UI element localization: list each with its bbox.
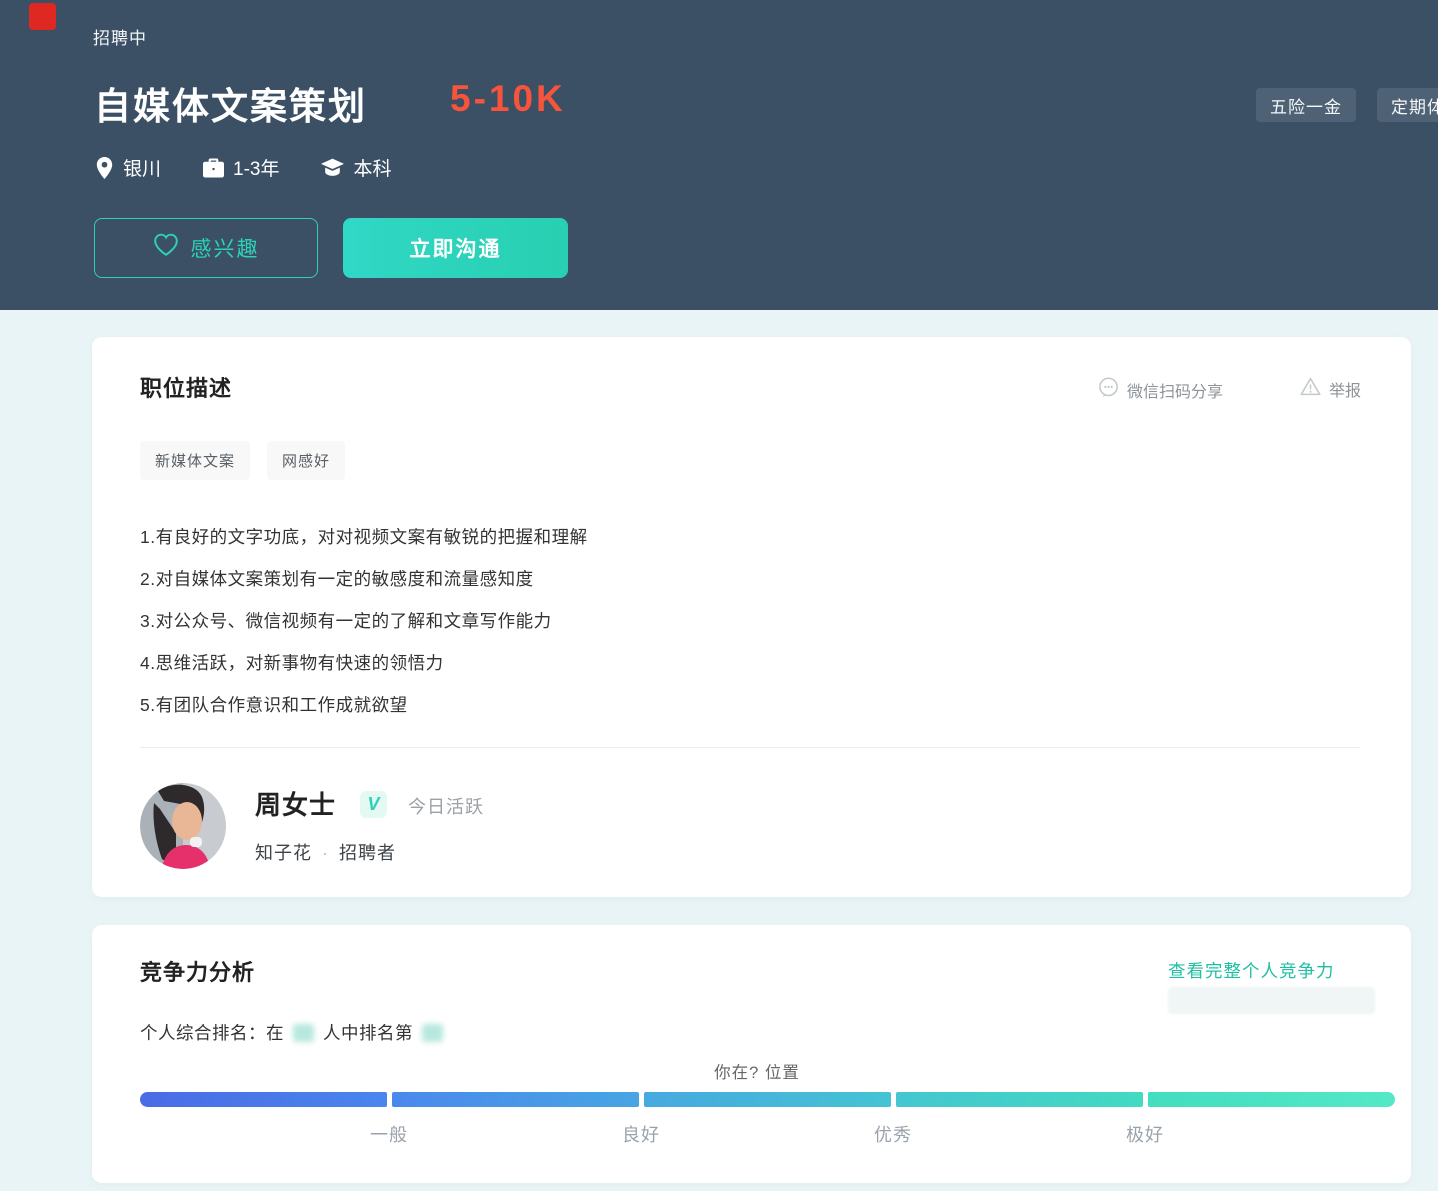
job-experience-label: 1-3年 [233,154,279,181]
description-line: 1.有良好的文字功底，对对视频文案有敏锐的把握和理解 [140,516,588,558]
job-location-label: 银川 [123,154,161,181]
job-education-label: 本科 [353,154,391,181]
action-buttons: 感兴趣 立即沟通 [94,218,568,278]
recruiter-active-status: 今日活跃 [408,793,484,819]
wechat-share-icon [1098,377,1119,403]
recruiter-avatar[interactable] [140,783,226,869]
job-title: 自媒体文案策划 [94,76,367,130]
chat-now-button[interactable]: 立即沟通 [343,218,568,278]
your-position-label: 你在? 位置 [714,1059,800,1083]
blurred-tooltip-box [1168,987,1375,1014]
competitiveness-card: 竞争力分析 查看完整个人竞争力 个人综合排名：在 人中排名第 你在? 位置 一般… [92,925,1411,1183]
job-salary: 5-10K [450,78,566,120]
location-pin-icon [95,157,114,179]
graduation-cap-icon [321,158,344,178]
interested-label: 感兴趣 [191,233,260,263]
scale-label-good: 良好 [622,1121,660,1147]
view-full-competitiveness-link[interactable]: 查看完整个人竞争力 [1168,958,1335,983]
description-line: 5.有团队合作意识和工作成就欲望 [140,684,588,726]
competitiveness-title: 竞争力分析 [140,955,255,987]
scale-segment [392,1092,639,1107]
job-description-text: 1.有良好的文字功底，对对视频文案有敏锐的把握和理解 2.对自媒体文案策划有一定… [140,516,588,726]
description-line: 2.对自媒体文案策划有一定的敏感度和流量感知度 [140,558,588,600]
recruiter-role: 招聘者 [339,843,396,863]
job-header: 招聘中 自媒体文案策划 5-10K 银川 1-3年 本科 [0,0,1438,310]
recruiter-company-role: 知子花 · 招聘者 [255,839,396,865]
wechat-share-label: 微信扫码分享 [1127,378,1223,402]
job-meta-row: 银川 1-3年 本科 [95,154,392,181]
skill-tags: 新媒体文案 网感好 [140,441,345,480]
redacted-rank-number [422,1024,443,1042]
competitiveness-scale-bar [140,1092,1395,1107]
scale-label-average: 一般 [370,1121,408,1147]
scale-segment [140,1092,387,1107]
ranking-text-after: 人中排名第 [323,1020,413,1045]
benefit-tag-insurance: 五险一金 [1256,88,1356,122]
scale-label-excellent: 优秀 [874,1121,912,1147]
report-label: 举报 [1329,377,1361,401]
scale-segment [896,1092,1143,1107]
wechat-share-button[interactable]: 微信扫码分享 [1098,377,1223,403]
red-marker [29,3,56,30]
recruiter-company: 知子花 [255,843,312,863]
scale-segment [644,1092,891,1107]
recruiter-name[interactable]: 周女士 [255,785,336,822]
job-education: 本科 [321,154,391,181]
scale-segment [1148,1092,1395,1107]
job-detail-page: 招聘中 自媒体文案策划 5-10K 银川 1-3年 本科 [0,0,1438,1191]
description-line: 4.思维活跃，对新事物有快速的领悟力 [140,642,588,684]
heart-icon [153,233,179,263]
redacted-total-count [293,1024,314,1042]
job-description-title: 职位描述 [140,371,232,403]
ranking-text-before: 个人综合排名：在 [140,1020,284,1045]
description-line: 3.对公众号、微信视频有一定的了解和文章写作能力 [140,600,588,642]
briefcase-icon [203,158,224,178]
job-status: 招聘中 [93,24,147,49]
skill-tag: 新媒体文案 [140,441,250,480]
benefit-tag-checkup: 定期体检 [1377,88,1438,122]
dot-separator: · [322,843,329,863]
warning-triangle-icon [1300,377,1321,401]
skill-tag: 网感好 [267,441,345,480]
job-description-card: 职位描述 微信扫码分享 举报 新媒体文案 网感好 1.有良好的文字功底，对对视频… [92,337,1411,897]
personal-ranking-line: 个人综合排名：在 人中排名第 [140,1020,452,1045]
interested-button[interactable]: 感兴趣 [94,218,318,278]
verified-badge-icon: V [360,791,387,818]
report-button[interactable]: 举报 [1300,377,1361,401]
job-experience: 1-3年 [203,154,279,181]
scale-label-outstanding: 极好 [1126,1121,1164,1147]
section-divider [140,747,1360,748]
job-location: 银川 [95,154,161,181]
